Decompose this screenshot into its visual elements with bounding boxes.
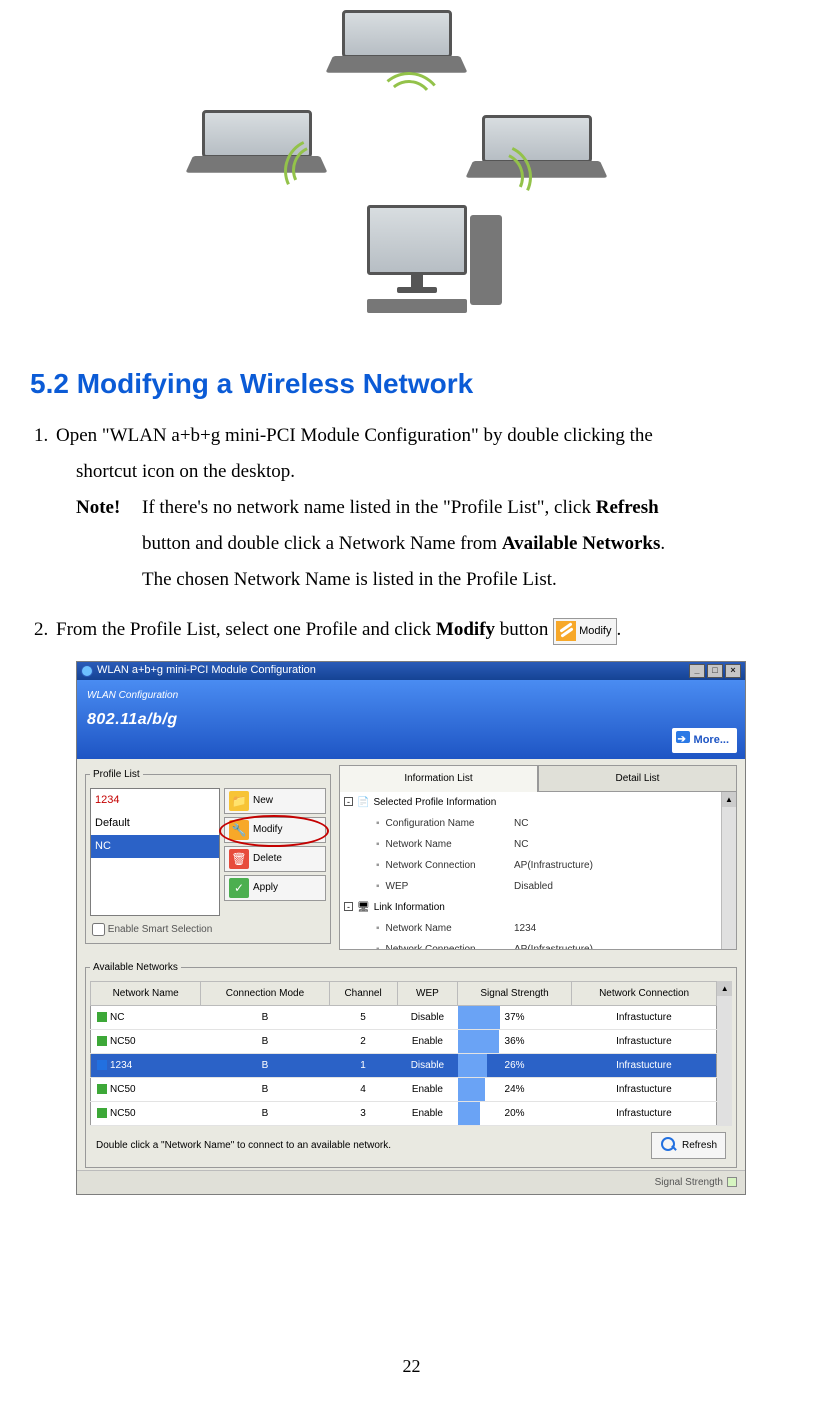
wrench-icon [556, 621, 576, 641]
network-icon [97, 1108, 107, 1118]
scrollbar[interactable]: ▲ [721, 792, 736, 949]
modify-label: Modify [253, 820, 282, 839]
refresh-label: Refresh [682, 1136, 717, 1155]
note-text: If there's no network name listed in the… [142, 497, 596, 518]
step-text: Open "WLAN a+b+g mini-PCI Module Configu… [56, 425, 653, 446]
step-text: From the Profile List, select one Profil… [56, 619, 436, 640]
profile-list[interactable]: 1234 Default NC [90, 788, 220, 916]
status-label: Signal Strength [655, 1177, 723, 1188]
info-row: ▪Network ConnectionAP(Infrastructure) [340, 939, 736, 950]
banner-subtitle: WLAN Configuration [87, 686, 735, 705]
note-bold: Refresh [596, 497, 659, 518]
step-text: button [495, 619, 553, 640]
table-row[interactable]: NC50B2Enable36%Infrastucture [91, 1029, 717, 1053]
apply-label: Apply [253, 878, 278, 897]
profile-item-selected[interactable]: NC [91, 835, 219, 858]
modify-button[interactable]: 🔧Modify [224, 817, 326, 843]
more-button[interactable]: More... [672, 728, 737, 753]
network-icon [97, 1036, 107, 1046]
column-header[interactable]: Channel [329, 981, 397, 1005]
minimize-button[interactable]: _ [689, 664, 705, 678]
search-icon [660, 1136, 678, 1154]
app-icon [81, 665, 93, 677]
column-header[interactable]: Signal Strength [458, 981, 572, 1005]
profile-item[interactable]: Default [91, 812, 219, 835]
network-illustration [30, 0, 793, 360]
footer-hint: Double click a "Network Name" to connect… [96, 1136, 391, 1155]
info-body: -📄Selected Profile Information ▪Configur… [339, 792, 737, 950]
wrench-icon: 🔧 [229, 820, 249, 840]
section-heading: 5.2 Modifying a Wireless Network [30, 368, 793, 400]
page-number: 22 [0, 1356, 823, 1377]
column-header[interactable]: Network Name [91, 981, 201, 1005]
app-window: WLAN a+b+g mini-PCI Module Configuration… [76, 661, 746, 1195]
networks-table: Network NameConnection ModeChannelWEPSig… [90, 981, 717, 1126]
enable-checkbox[interactable] [92, 923, 105, 936]
profile-list-legend: Profile List [90, 765, 143, 784]
note-text: . [660, 533, 665, 554]
column-header[interactable]: Connection Mode [201, 981, 329, 1005]
note-text: The chosen Network Name is listed in the… [142, 569, 557, 590]
delete-button[interactable]: 🗑Delete [224, 846, 326, 872]
new-label: New [253, 791, 273, 810]
step-2: 2.From the Profile List, select one Prof… [34, 612, 793, 1194]
column-header[interactable]: Network Connection [571, 981, 716, 1005]
network-icon [97, 1060, 107, 1070]
banner-title: 802.11a/b/g [87, 705, 735, 735]
statusbar: Signal Strength [77, 1170, 745, 1194]
table-row[interactable]: NC50B4Enable24%Infrastucture [91, 1077, 717, 1101]
header-banner: WLAN Configuration 802.11a/b/g More... [77, 680, 745, 759]
scrollbar[interactable]: ▲ [717, 981, 732, 1126]
step-text: shortcut icon on the desktop. [34, 454, 793, 490]
profile-item[interactable]: 1234 [91, 789, 219, 812]
note-label: Note! [76, 490, 130, 598]
maximize-button[interactable]: □ [707, 664, 723, 678]
info-row: ▪WEPDisabled [340, 876, 736, 897]
note-text: button and double click a Network Name f… [142, 533, 502, 554]
tab-information-list[interactable]: Information List [339, 765, 538, 792]
available-networks-legend: Available Networks [90, 958, 181, 977]
step-1: 1.Open "WLAN a+b+g mini-PCI Module Confi… [34, 418, 793, 598]
folder-icon: 📁 [229, 791, 249, 811]
close-button[interactable]: × [725, 664, 741, 678]
signal-indicator [727, 1177, 737, 1187]
network-icon [97, 1084, 107, 1094]
trash-icon: 🗑 [229, 849, 249, 869]
tree-header[interactable]: -🖥Link Information [340, 897, 736, 918]
enable-smart-selection[interactable]: Enable Smart Selection [90, 916, 326, 939]
table-row[interactable]: NC50B3Enable20%Infrastucture [91, 1101, 717, 1125]
step-number: 2. [34, 612, 56, 648]
column-header[interactable]: WEP [397, 981, 458, 1005]
profile-list-fieldset: Profile List 1234 Default NC 📁New 🔧Modif… [85, 765, 331, 944]
step-bold: Modify [436, 619, 495, 640]
delete-label: Delete [253, 849, 282, 868]
more-label: More... [694, 734, 729, 746]
step-text: . [617, 619, 622, 640]
step-number: 1. [34, 418, 56, 454]
window-title: WLAN a+b+g mini-PCI Module Configuration [97, 660, 316, 681]
modify-button-inline: Modify [553, 618, 616, 645]
tab-detail-list[interactable]: Detail List [538, 765, 737, 792]
info-row: ▪Network NameNC [340, 834, 736, 855]
table-row[interactable]: 1234B1Disable26%Infrastucture [91, 1053, 717, 1077]
info-row: ▪Network Name1234 [340, 918, 736, 939]
tree-label: Link Information [374, 902, 445, 913]
info-row: ▪Configuration NameNC [340, 813, 736, 834]
table-row[interactable]: NCB5Disable37%Infrastucture [91, 1005, 717, 1029]
tree-header[interactable]: -📄Selected Profile Information [340, 792, 736, 813]
apply-button[interactable]: ✓Apply [224, 875, 326, 901]
enable-label: Enable Smart Selection [108, 924, 213, 935]
info-row: ▪Network ConnectionAP(Infrastructure) [340, 855, 736, 876]
check-icon: ✓ [229, 878, 249, 898]
new-button[interactable]: 📁New [224, 788, 326, 814]
available-networks-fieldset: Available Networks Network NameConnectio… [85, 958, 737, 1168]
titlebar: WLAN a+b+g mini-PCI Module Configuration… [77, 662, 745, 680]
note-bold: Available Networks [502, 533, 661, 554]
network-icon [97, 1012, 107, 1022]
modify-button-label: Modify [579, 625, 611, 637]
tree-label: Selected Profile Information [373, 797, 496, 808]
refresh-button[interactable]: Refresh [651, 1132, 726, 1159]
